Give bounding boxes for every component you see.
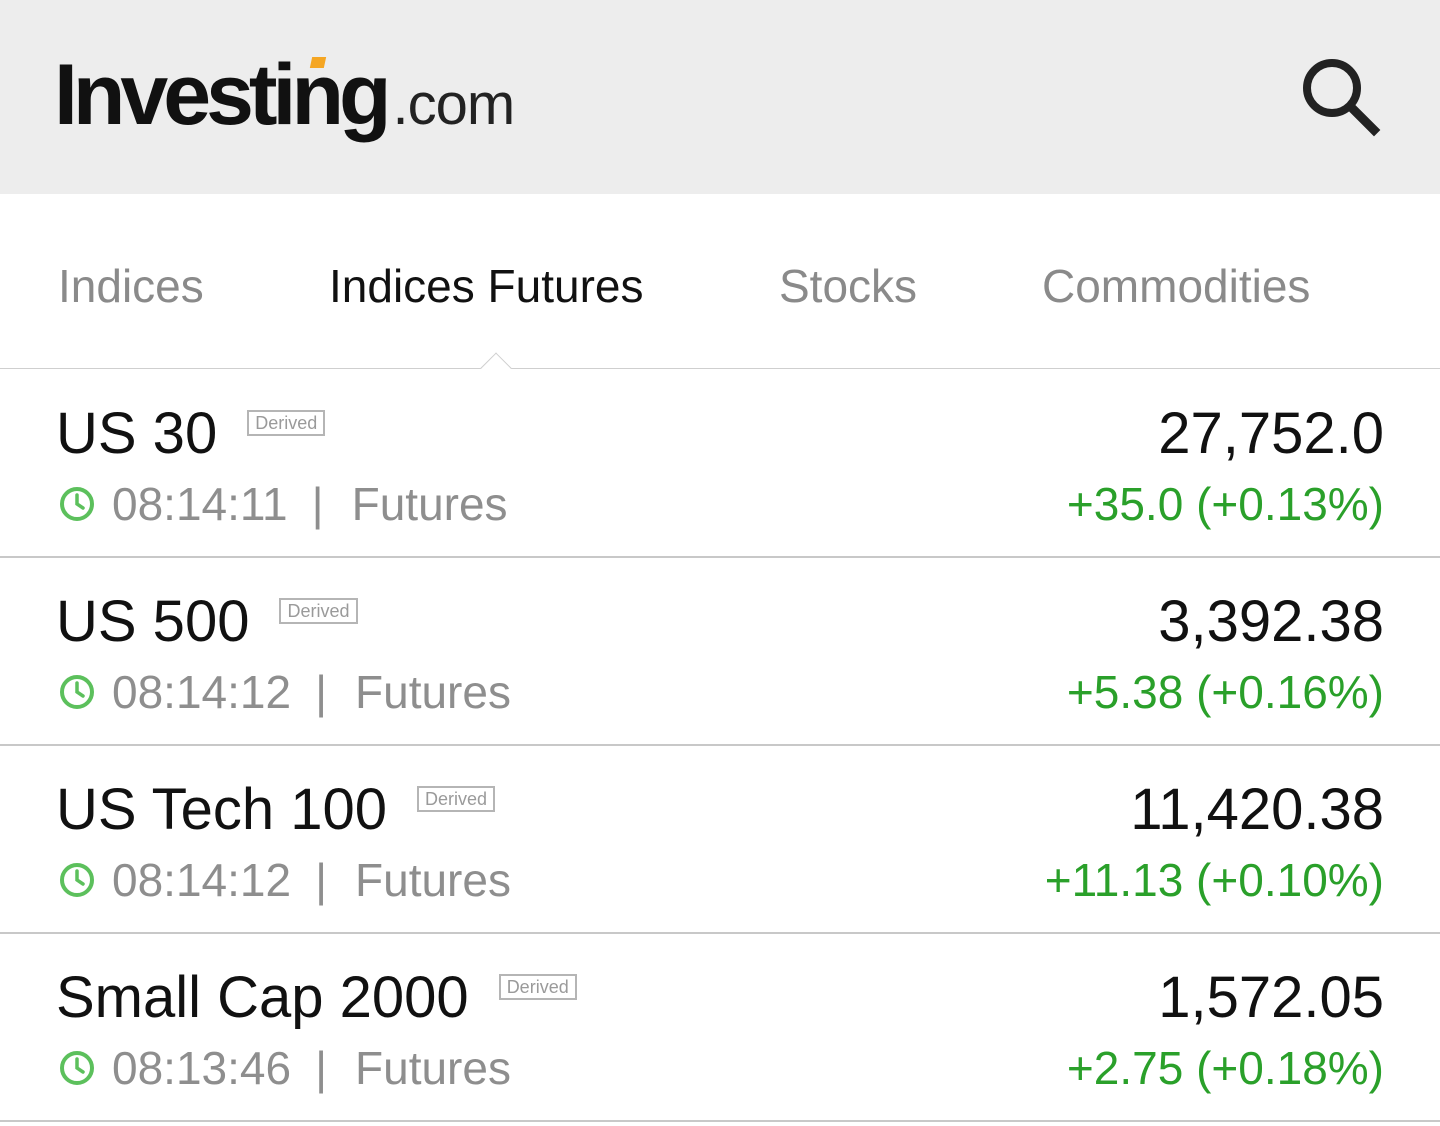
list-item[interactable]: Small Cap 2000 Derived 08:13:46 | Futures 1…	[0, 934, 1440, 1122]
last-price: 11,420.38	[1130, 777, 1384, 842]
instrument-type: Futures	[351, 478, 508, 530]
search-button[interactable]	[1296, 52, 1386, 142]
instrument-name: Small Cap 2000 Derived	[56, 966, 577, 1030]
instrument-name: US 30 Derived	[56, 402, 326, 466]
clock-icon	[60, 1050, 94, 1085]
instrument-type: Futures	[355, 854, 511, 906]
logo-accent-mark	[309, 57, 327, 68]
derived-badge: Derived	[498, 974, 577, 1000]
instrument-name: US Tech 100 Derived	[56, 778, 496, 842]
derived-badge: Derived	[417, 786, 496, 812]
app-header: Investing .com	[0, 0, 1440, 194]
instrument-meta: 08:14:12 | Futures	[58, 666, 511, 718]
logo-wordmark: Investing	[54, 47, 392, 143]
price-change: +11.13 (+0.10%)	[1044, 854, 1384, 906]
tab-commodities[interactable]: Commodities	[1042, 260, 1310, 312]
meta-separator: |	[315, 1042, 328, 1094]
update-time: 08:14:12	[112, 854, 292, 906]
update-time: 08:14:11	[112, 478, 288, 530]
instrument-meta: 08:14:11 | Futures	[58, 478, 508, 530]
instrument-type: Futures	[355, 666, 511, 718]
tab-stocks[interactable]: Stocks	[779, 260, 917, 312]
instrument-list: US 30 Derived 08:14:11 | Futures 27,752.0 +…	[0, 370, 1440, 1122]
instrument-meta: 08:13:46 | Futures	[58, 1042, 511, 1094]
search-icon	[1303, 59, 1381, 137]
instrument-name: US 500 Derived	[56, 590, 358, 654]
investing-logo[interactable]: Investing .com	[54, 40, 515, 150]
clock-icon	[60, 674, 94, 709]
active-tab-caret	[480, 352, 512, 369]
last-price: 27,752.0	[1158, 401, 1384, 466]
derived-badge: Derived	[247, 410, 326, 436]
list-item[interactable]: US 500 Derived 08:14:12 | Futures 3,392.38 …	[0, 558, 1440, 746]
update-time: 08:14:12	[112, 666, 292, 718]
update-time: 08:13:46	[112, 1042, 292, 1094]
derived-badge: Derived	[279, 598, 358, 624]
meta-separator: |	[315, 666, 328, 718]
tab-bar: Indices Indices Futures Stocks Commoditi…	[0, 194, 1440, 370]
tab-indices-futures[interactable]: Indices Futures	[329, 260, 643, 312]
price-change: +35.0 (+0.13%)	[1066, 478, 1384, 530]
price-change: +5.38 (+0.16%)	[1066, 666, 1384, 718]
tab-divider	[0, 368, 1440, 369]
price-change: +2.75 (+0.18%)	[1066, 1042, 1384, 1094]
logo-suffix: .com	[392, 72, 516, 137]
clock-icon	[60, 862, 94, 897]
instrument-type: Futures	[355, 1042, 511, 1094]
list-item[interactable]: US Tech 100 Derived 08:14:12 | Futures 11,4…	[0, 746, 1440, 934]
instrument-meta: 08:14:12 | Futures	[58, 854, 511, 906]
list-item[interactable]: US 30 Derived 08:14:11 | Futures 27,752.0 +…	[0, 370, 1440, 558]
last-price: 1,572.05	[1158, 965, 1384, 1030]
clock-icon	[60, 486, 94, 521]
meta-separator: |	[315, 854, 328, 906]
meta-separator: |	[311, 478, 324, 530]
last-price: 3,392.38	[1158, 589, 1384, 654]
tab-indices[interactable]: Indices	[58, 260, 204, 312]
